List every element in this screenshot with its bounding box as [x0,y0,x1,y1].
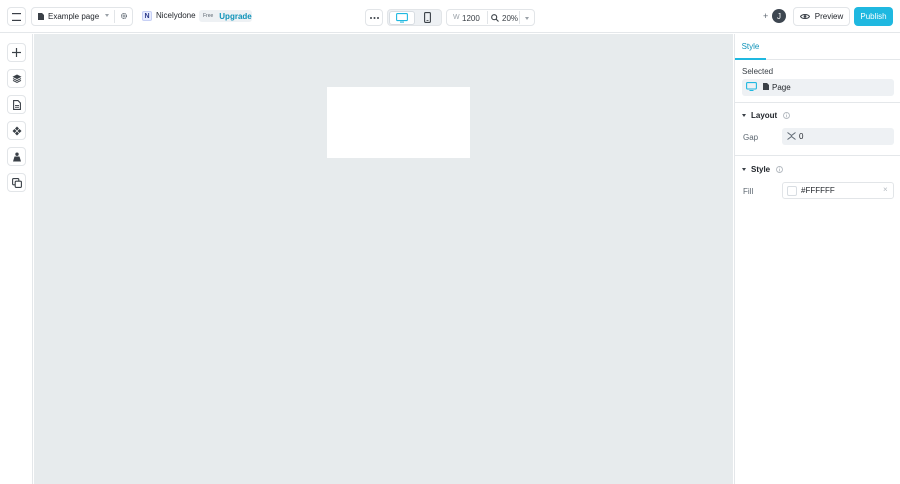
page-frame[interactable] [327,87,470,158]
avatar[interactable]: J [772,9,786,23]
components-icon [12,126,21,135]
divider [519,11,520,24]
gap-icon [787,132,796,140]
components-button[interactable] [7,121,26,140]
desktop-icon [395,12,408,23]
cms-icon [11,177,22,188]
collapse-icon [742,168,746,171]
assets-icon [12,152,21,161]
more-icon [369,16,379,19]
info-icon[interactable] [783,112,791,119]
preview-label: Preview [814,12,844,21]
menu-icon [12,12,21,21]
width-prefix: W [453,14,460,21]
desktop-icon [746,82,757,91]
design-canvas[interactable] [34,34,733,484]
mobile-breakpoint-button[interactable] [415,11,440,25]
fill-label: Fill [743,187,754,196]
menu-button[interactable] [7,7,26,26]
fill-input[interactable]: #FFFFFF × [782,182,894,199]
plan-tier: Free [203,13,214,19]
fill-color-swatch[interactable] [787,186,797,196]
selected-element[interactable]: Page [742,79,894,96]
style-section-header[interactable]: Style [742,165,784,174]
top-toolbar: Example page N Nicelydone Free Upgrade W… [0,0,900,33]
plan-badge[interactable]: Free Upgrade [199,10,252,22]
add-collaborator-button[interactable]: + [763,11,768,21]
fill-color-value: #FFFFFF [801,186,835,195]
section-title: Style [751,165,771,174]
left-toolbar [0,34,33,484]
desktop-breakpoint-button[interactable] [389,10,415,25]
more-options-button[interactable] [365,9,383,26]
divider [735,155,900,156]
project-name[interactable]: Nicelydone [156,11,196,20]
zoom-level[interactable]: 20% [502,14,518,23]
layout-section-header[interactable]: Layout [742,111,791,120]
pages-button[interactable] [7,95,26,114]
tab-style[interactable]: Style [735,34,766,60]
mobile-icon [423,12,431,23]
selected-label: Selected [742,67,774,76]
plus-icon [12,48,21,57]
page-icon [12,99,21,110]
assets-button[interactable] [7,147,26,166]
divider [487,11,488,24]
breakpoint-switcher [387,9,442,26]
eye-icon [799,13,810,20]
collapse-icon [742,114,746,117]
gap-input[interactable]: 0 [782,128,894,145]
layers-icon [12,74,21,83]
divider [735,102,900,103]
info-icon[interactable] [776,166,784,173]
page-dropdown-icon[interactable] [105,14,109,17]
clear-fill-icon[interactable]: × [883,185,888,194]
layers-button[interactable] [7,69,26,88]
properties-panel: Style Selected Page Layout Gap 0 Style F… [734,34,900,484]
canvas-size-control: W 1200 20% [446,9,535,26]
zoom-dropdown-icon[interactable] [525,17,529,20]
selected-item-name: Page [772,83,791,92]
page-selector[interactable]: Example page [31,7,133,26]
page-name: Example page [48,12,100,21]
cms-button[interactable] [7,173,26,192]
canvas-width-input[interactable]: 1200 [462,14,480,23]
divider [114,10,115,23]
section-title: Layout [751,111,778,120]
project-logo[interactable]: N [142,11,152,21]
upgrade-link[interactable]: Upgrade [219,12,251,21]
gap-value: 0 [799,132,804,141]
publish-button[interactable]: Publish [854,7,893,26]
page-icon [38,13,44,20]
add-element-button[interactable] [7,43,26,62]
page-icon [763,83,769,90]
panel-tabs: Style [735,34,900,60]
page-settings-icon[interactable] [120,12,128,20]
preview-button[interactable]: Preview [793,7,850,26]
zoom-icon [491,14,499,22]
gap-label: Gap [743,133,759,142]
